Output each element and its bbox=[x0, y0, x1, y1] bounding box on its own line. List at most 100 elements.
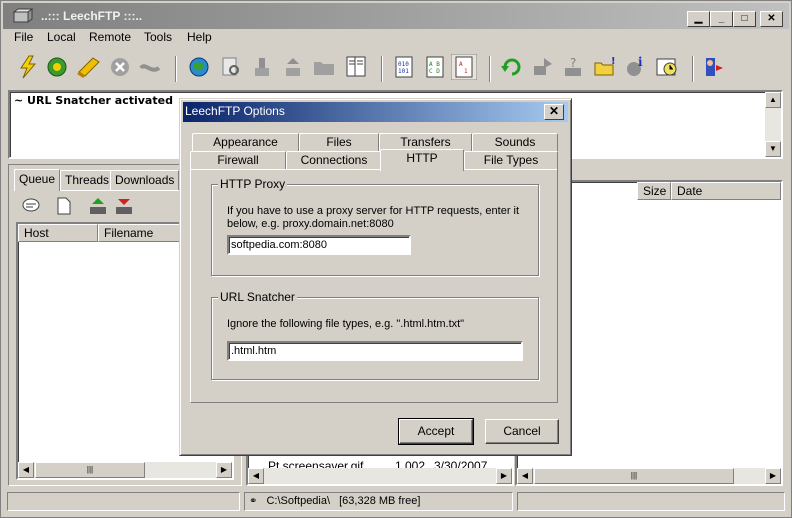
status-bar: ⚭ C:\Softpedia\ [63,328 MB free] bbox=[3, 490, 789, 514]
http-proxy-description: If you have to use a proxy server for HT… bbox=[227, 205, 520, 230]
menu-tools[interactable]: Tools bbox=[144, 30, 172, 44]
dialog-close-icon[interactable]: ✕ bbox=[544, 104, 564, 120]
cancel-button[interactable]: Cancel bbox=[485, 419, 559, 444]
toolbar: 010 101 A BC D A1 ? ! i bbox=[3, 48, 789, 90]
scroll-left-icon[interactable]: ◀ bbox=[517, 468, 533, 484]
tab-sounds[interactable]: Sounds bbox=[472, 133, 558, 151]
drive-icon: ⚭ bbox=[249, 496, 258, 507]
svg-text:C D: C D bbox=[429, 68, 440, 75]
status-right bbox=[517, 492, 785, 511]
svg-text:101: 101 bbox=[398, 68, 409, 75]
toolbar-separator bbox=[175, 56, 177, 82]
status-free: [63,328 MB free] bbox=[339, 495, 421, 507]
new-file-icon[interactable] bbox=[55, 196, 73, 216]
close-button[interactable]: ✕ bbox=[760, 11, 783, 27]
queue-download-icon[interactable] bbox=[114, 196, 134, 216]
download-icon[interactable] bbox=[280, 54, 306, 80]
menu-local[interactable]: Local bbox=[47, 30, 76, 44]
url-snatcher-group: URL Snatcher Ignore the following file t… bbox=[211, 290, 539, 380]
binary-mode-icon[interactable]: 010101 bbox=[391, 54, 417, 80]
scroll-right-icon[interactable]: ▶ bbox=[496, 468, 512, 484]
svg-text:i: i bbox=[638, 55, 643, 69]
help-caption-button[interactable]: ▁ bbox=[687, 11, 710, 27]
column-host[interactable]: Host bbox=[18, 224, 98, 242]
scroll-right-icon[interactable]: ▶ bbox=[765, 468, 781, 484]
svg-text:A: A bbox=[459, 61, 463, 68]
column-size[interactable]: Size bbox=[637, 182, 671, 200]
tab-files[interactable]: Files bbox=[299, 133, 379, 151]
queue-upload-icon[interactable] bbox=[88, 196, 108, 216]
toolbar-separator bbox=[692, 56, 694, 82]
folder-icon[interactable] bbox=[311, 54, 337, 80]
status-left bbox=[7, 492, 240, 511]
tab-threads[interactable]: Threads bbox=[60, 170, 115, 190]
transfer-icon[interactable] bbox=[530, 54, 556, 80]
window-title: ..::: LeechFTP :::.. bbox=[41, 9, 143, 23]
options-dialog: LeechFTP Options ✕ Appearance Files Tran… bbox=[179, 98, 572, 456]
menu-remote[interactable]: Remote bbox=[89, 30, 131, 44]
scroll-thumb[interactable]: ||| bbox=[35, 462, 145, 478]
status-path: C:\Softpedia\ bbox=[266, 495, 331, 507]
dialog-title-bar[interactable]: LeechFTP Options ✕ bbox=[183, 102, 568, 122]
info-icon[interactable]: i bbox=[623, 54, 649, 80]
svg-text:1: 1 bbox=[464, 68, 468, 75]
ascii-mode-icon[interactable]: A BC D bbox=[422, 54, 448, 80]
maximize-button[interactable]: □ bbox=[733, 11, 756, 27]
exit-icon[interactable] bbox=[701, 54, 727, 80]
tab-firewall[interactable]: Firewall bbox=[190, 151, 286, 169]
stop-icon[interactable] bbox=[107, 54, 133, 80]
connect-globe-icon[interactable] bbox=[44, 54, 70, 80]
bookmark-icon[interactable] bbox=[75, 54, 101, 80]
view-file-icon[interactable] bbox=[343, 54, 369, 80]
tab-queue[interactable]: Queue bbox=[14, 169, 61, 191]
auto-mode-icon[interactable]: A1 bbox=[451, 54, 477, 80]
log-scrollbar[interactable]: ▲ ▼ bbox=[765, 92, 781, 157]
svg-text:!: ! bbox=[611, 56, 616, 67]
toolbar-separator bbox=[489, 56, 491, 82]
refresh-icon[interactable] bbox=[499, 54, 525, 80]
lightning-icon[interactable] bbox=[15, 54, 41, 80]
toolbar-separator bbox=[381, 56, 383, 82]
globe-icon[interactable] bbox=[186, 54, 212, 80]
new-folder-icon[interactable]: ! bbox=[592, 54, 618, 80]
menu-help[interactable]: Help bbox=[187, 30, 212, 44]
proxy-server-input[interactable] bbox=[227, 235, 411, 255]
url-snatcher-title: URL Snatcher bbox=[218, 290, 297, 304]
scroll-up-icon[interactable]: ▲ bbox=[765, 92, 781, 108]
http-tab-page: HTTP Proxy If you have to use a proxy se… bbox=[190, 169, 558, 403]
scroll-thumb[interactable]: ||| bbox=[534, 468, 734, 484]
tab-file-types[interactable]: File Types bbox=[464, 151, 558, 169]
tab-appearance[interactable]: Appearance bbox=[192, 133, 299, 151]
tab-connections[interactable]: Connections bbox=[286, 151, 382, 169]
svg-text:?: ? bbox=[570, 56, 576, 70]
ignored-file-types-input[interactable] bbox=[227, 341, 523, 361]
upload-icon[interactable] bbox=[249, 54, 275, 80]
menu-file[interactable]: File bbox=[14, 30, 33, 44]
minimize-button[interactable]: _ bbox=[710, 11, 733, 27]
url-snatcher-description: Ignore the following file types, e.g. ".… bbox=[227, 318, 465, 330]
local-hscroll[interactable]: ◀ ▶ bbox=[248, 468, 512, 484]
search-file-icon[interactable] bbox=[218, 54, 244, 80]
http-proxy-title: HTTP Proxy bbox=[218, 177, 288, 191]
chat-icon[interactable] bbox=[20, 196, 42, 216]
svg-text:010: 010 bbox=[398, 61, 409, 68]
app-icon bbox=[12, 8, 33, 23]
scroll-right-icon[interactable]: ▶ bbox=[216, 462, 232, 478]
status-path-panel: ⚭ C:\Softpedia\ [63,328 MB free] bbox=[244, 492, 513, 511]
scroll-left-icon[interactable]: ◀ bbox=[248, 468, 264, 484]
tab-http[interactable]: HTTP bbox=[380, 149, 464, 171]
help-transfer-icon[interactable]: ? bbox=[561, 54, 587, 80]
title-bar[interactable]: ..::: LeechFTP :::.. ▁ _ □ ✕ bbox=[3, 3, 789, 29]
schedule-icon[interactable] bbox=[654, 54, 680, 80]
disconnect-icon[interactable] bbox=[137, 54, 163, 80]
tab-downloads[interactable]: Downloads bbox=[110, 170, 180, 190]
dialog-title: LeechFTP Options bbox=[185, 104, 285, 118]
queue-hscroll[interactable]: ◀ ||| ▶ bbox=[18, 462, 232, 478]
menu-bar: File Local Remote Tools Help bbox=[3, 28, 789, 46]
accept-button[interactable]: Accept bbox=[398, 418, 474, 445]
column-date[interactable]: Date bbox=[671, 182, 781, 200]
scroll-left-icon[interactable]: ◀ bbox=[18, 462, 34, 478]
scroll-down-icon[interactable]: ▼ bbox=[765, 141, 781, 157]
log-text: ~ URL Snatcher activated bbox=[14, 94, 173, 107]
remote-hscroll[interactable]: ◀ ||| ▶ bbox=[517, 468, 781, 484]
